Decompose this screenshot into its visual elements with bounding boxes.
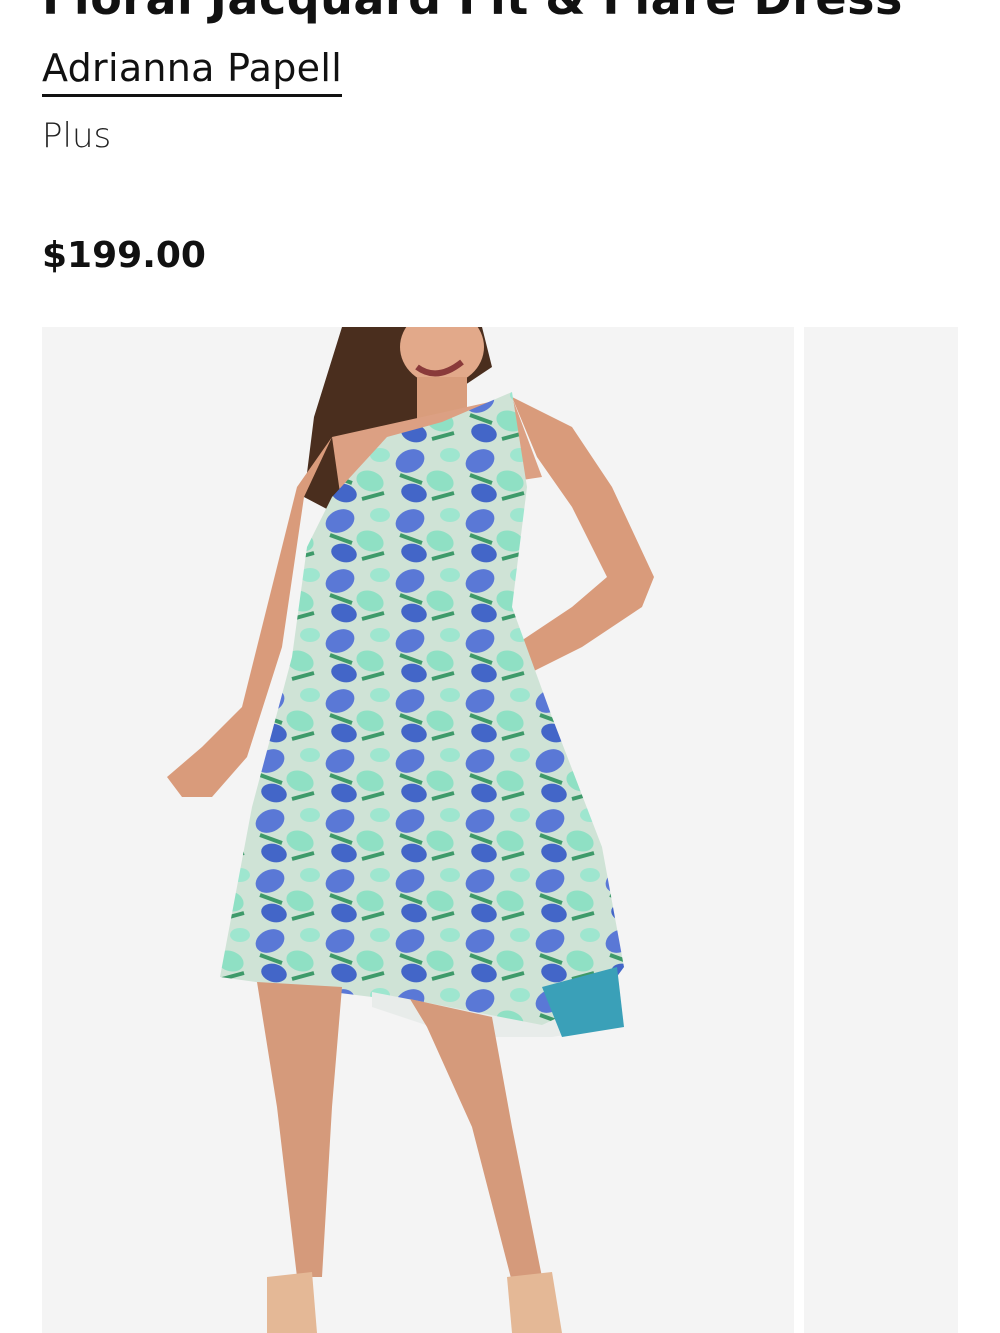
product-title: Floral Jacquard Fit & Flare Dress	[42, 0, 1000, 26]
product-image-gallery[interactable]	[42, 327, 1000, 1333]
product-title-container: Floral Jacquard Fit & Flare Dress	[42, 0, 1000, 26]
brand-link[interactable]: Adrianna Papell	[42, 44, 343, 97]
product-price: $199.00	[42, 235, 206, 276]
product-image-next[interactable]	[804, 327, 958, 1333]
size-category-label: Plus	[42, 116, 112, 156]
product-image-main[interactable]	[42, 327, 794, 1333]
dress-model-photo	[42, 327, 794, 1333]
next-image-placeholder	[804, 327, 958, 1333]
